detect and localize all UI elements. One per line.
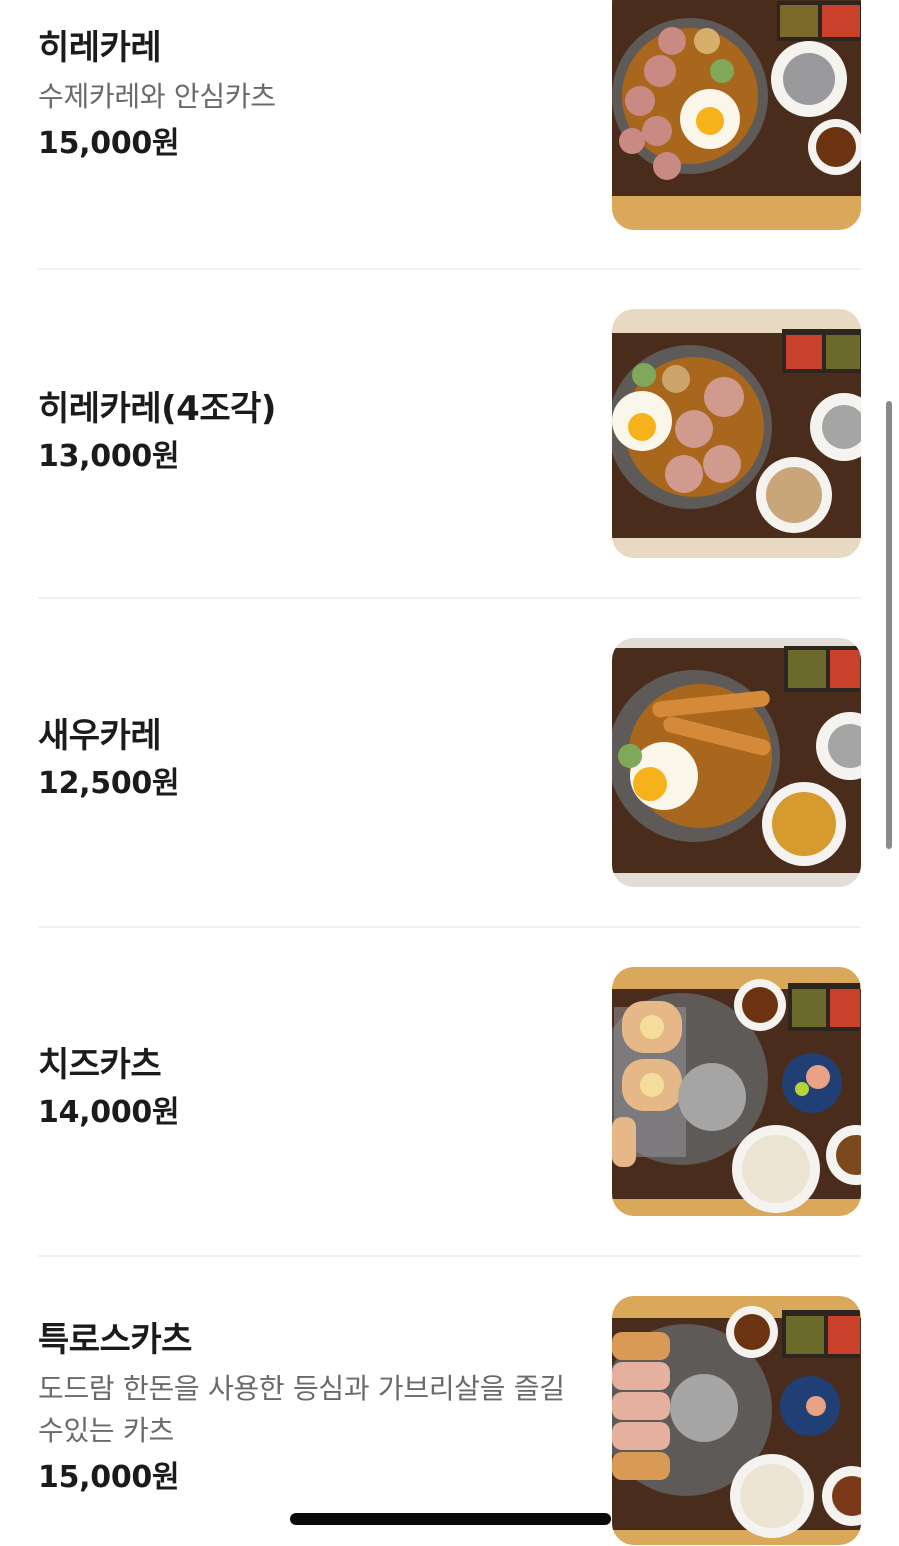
menu-item-price: 15,000원 [38, 126, 180, 161]
menu-item-special-loin-katsu[interactable]: 특로스카츠 도드람 한돈을 사용한 등심과 가브리살을 즐길수있는 카츠 15,… [38, 1296, 861, 1545]
menu-item-name: 특로스카츠 [38, 1320, 192, 1360]
menu-item-price: 12,500원 [38, 766, 180, 801]
menu-item-text: 히레카레(4조각) 13,000원 [38, 387, 578, 477]
menu-item-text: 치즈카츠 14,000원 [38, 1043, 578, 1133]
menu-item-hire-curry[interactable]: 히레카레 수제카레와 안심카츠 15,000원 [38, 0, 861, 232]
menu-item-text: 새우카레 12,500원 [38, 714, 578, 804]
divider [38, 268, 861, 270]
menu-item-description: 도드람 한돈을 사용한 등심과 가브리살을 즐길수있는 카츠 [38, 1372, 565, 1447]
menu-item-name: 치즈카츠 [38, 1045, 162, 1085]
divider [38, 926, 861, 928]
special-loin-cutlet-photo[interactable] [612, 1296, 861, 1545]
menu-item-shrimp-curry[interactable]: 새우카레 12,500원 [38, 638, 861, 887]
cheese-cutlet-photo[interactable] [612, 967, 861, 1216]
scrollbar[interactable] [886, 401, 892, 849]
home-indicator[interactable] [290, 1513, 611, 1525]
menu-item-text: 특로스카츠 도드람 한돈을 사용한 등심과 가브리살을 즐길수있는 카츠 15,… [38, 1318, 578, 1498]
divider [38, 1255, 861, 1257]
menu-item-name: 히레카레(4조각) [38, 389, 276, 429]
menu-item-price: 15,000원 [38, 1460, 180, 1495]
menu-item-name: 히레카레 [38, 28, 162, 68]
curry-pork-cutlet-4pc-photo[interactable] [612, 309, 861, 558]
curry-pork-cutlet-photo[interactable] [612, 0, 861, 230]
menu-item-cheese-katsu[interactable]: 치즈카츠 14,000원 [38, 967, 861, 1216]
menu-item-price: 13,000원 [38, 439, 180, 474]
menu-item-name: 새우카레 [38, 716, 162, 756]
menu-item-hire-curry-4pc[interactable]: 히레카레(4조각) 13,000원 [38, 309, 861, 558]
menu-item-text: 히레카레 수제카레와 안심카츠 15,000원 [38, 26, 578, 164]
menu-item-description: 수제카레와 안심카츠 [38, 80, 276, 113]
divider [38, 597, 861, 599]
shrimp-curry-photo[interactable] [612, 638, 861, 887]
menu-item-price: 14,000원 [38, 1095, 180, 1130]
